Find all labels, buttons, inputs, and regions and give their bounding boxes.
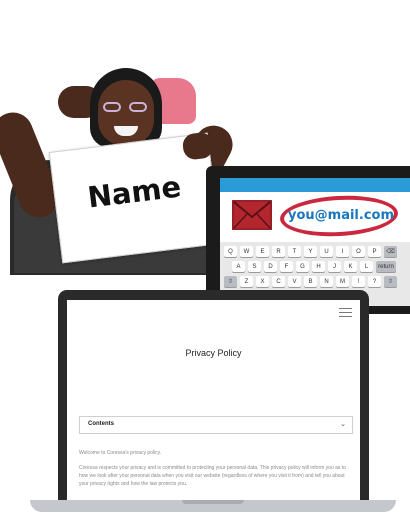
keyboard-key[interactable]: R bbox=[272, 246, 285, 257]
privacy-paragraph: Coressa respects your privacy and is com… bbox=[79, 465, 346, 487]
hamburger-menu-icon[interactable] bbox=[339, 308, 352, 317]
sign-text: Name bbox=[85, 169, 183, 215]
keyboard-key[interactable]: P bbox=[368, 246, 381, 257]
keyboard-key[interactable]: ⌫ bbox=[384, 246, 397, 257]
glasses bbox=[103, 102, 149, 112]
tablet-screen: you@mail.com Q W E R T Y U I O P ⌫ A S D F G H J K Lreturn… bbox=[220, 178, 410, 306]
keyboard-key[interactable]: O bbox=[352, 246, 365, 257]
keyboard-key[interactable]: I bbox=[336, 246, 349, 257]
keyboard-key[interactable]: C bbox=[272, 276, 285, 287]
keyboard-key[interactable]: return bbox=[376, 261, 396, 272]
page-title: Privacy Policy bbox=[185, 348, 242, 358]
keyboard-key[interactable]: F bbox=[280, 261, 293, 272]
keyboard-key[interactable]: S bbox=[248, 261, 261, 272]
keyboard-key[interactable]: ⇧ bbox=[224, 276, 237, 287]
tablet-topbar bbox=[220, 178, 410, 192]
keyboard-key[interactable]: M bbox=[336, 276, 349, 287]
keyboard-key[interactable]: A bbox=[232, 261, 245, 272]
keyboard-key[interactable]: ⇧ bbox=[384, 276, 397, 287]
keyboard-key[interactable]: D bbox=[264, 261, 277, 272]
keyboard-key[interactable]: X bbox=[256, 276, 269, 287]
laptop-screen: Privacy Policy Contents ⌄ Welcome to Cor… bbox=[67, 300, 360, 500]
chevron-down-icon: ⌄ bbox=[340, 421, 346, 428]
contents-label: Contents bbox=[88, 421, 114, 427]
person-face bbox=[98, 80, 154, 146]
keyboard-key[interactable]: Y bbox=[304, 246, 317, 257]
keyboard-key[interactable]: V bbox=[288, 276, 301, 287]
keyboard-key[interactable]: K bbox=[344, 261, 357, 272]
welcome-text: Welcome to Coressa's privacy policy. bbox=[79, 450, 162, 456]
keyboard-key[interactable]: ! bbox=[352, 276, 365, 287]
keyboard-key[interactable]: L bbox=[360, 261, 373, 272]
keyboard-key[interactable]: W bbox=[240, 246, 253, 257]
keyboard-key[interactable]: N bbox=[320, 276, 333, 287]
envelope-icon bbox=[232, 200, 272, 230]
keyboard-key[interactable]: Q bbox=[224, 246, 237, 257]
contents-dropdown[interactable]: Contents ⌄ bbox=[79, 416, 353, 434]
keyboard-key[interactable]: B bbox=[304, 276, 317, 287]
keyboard-key[interactable]: J bbox=[328, 261, 341, 272]
keyboard-key[interactable]: G bbox=[296, 261, 309, 272]
keyboard-key[interactable]: Z bbox=[240, 276, 253, 287]
keyboard-key[interactable]: H bbox=[312, 261, 325, 272]
keyboard-key[interactable]: U bbox=[320, 246, 333, 257]
keyboard-key[interactable]: T bbox=[288, 246, 301, 257]
email-field[interactable]: you@mail.com bbox=[286, 208, 396, 223]
laptop-notch bbox=[182, 500, 244, 504]
keyboard-key[interactable]: ? bbox=[368, 276, 381, 287]
keyboard-key[interactable]: E bbox=[256, 246, 269, 257]
